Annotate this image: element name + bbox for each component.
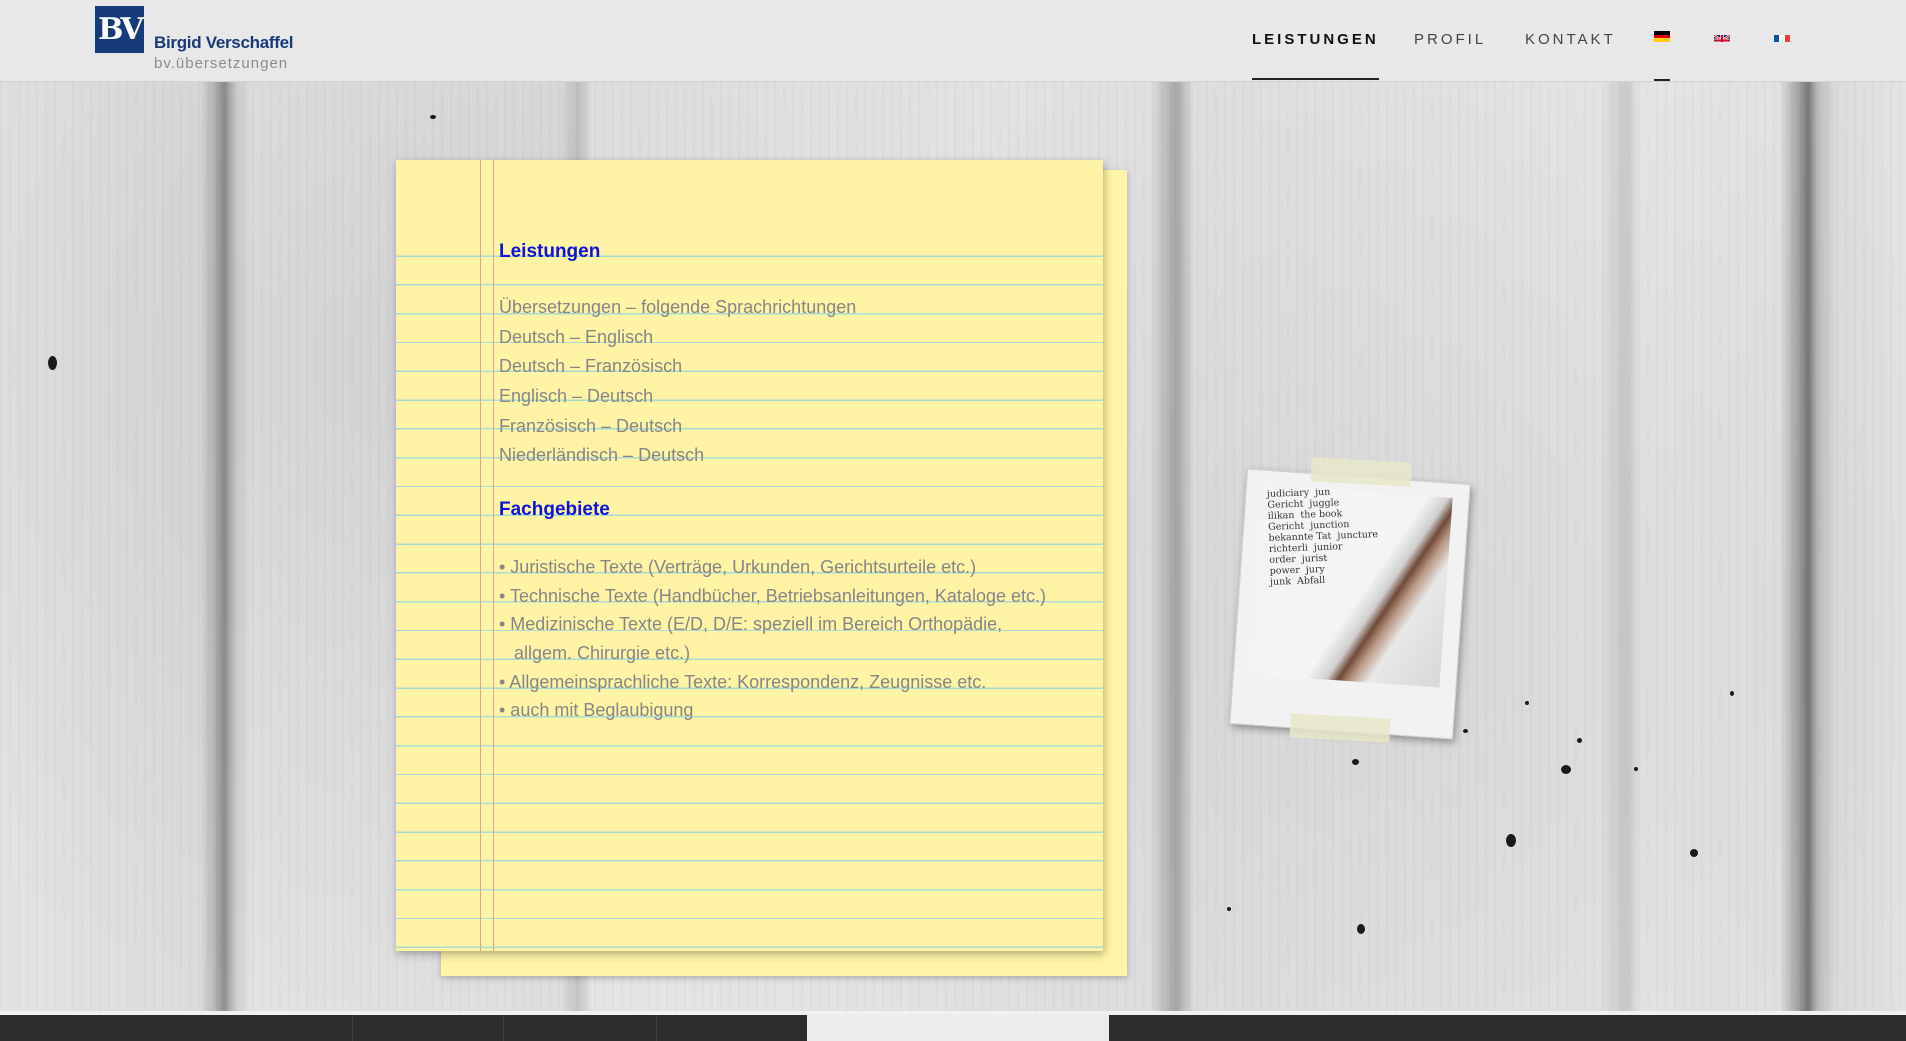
footer-tab[interactable] xyxy=(352,1015,503,1041)
fields-item: • Technische Texte (Handbücher, Betriebs… xyxy=(499,585,1046,606)
footer-tab-active[interactable] xyxy=(807,1015,1109,1041)
site-header: BV Birgid Verschaffel bv.übersetzungen L… xyxy=(0,0,1906,82)
flag-de-icon[interactable] xyxy=(1654,31,1670,42)
notepad: Leistungen Übersetzungen – folgende Spra… xyxy=(396,160,1103,951)
footer-bar xyxy=(0,1011,1906,1041)
logo-mark: BV xyxy=(95,6,144,53)
nav-item-kontakt[interactable]: KONTAKT xyxy=(1525,0,1616,80)
services-item: Übersetzungen – folgende Sprachrichtunge… xyxy=(499,297,857,317)
fields-item: • Medizinische Texte (E/D, D/E: speziell… xyxy=(499,614,1003,635)
fields-item: • Allgemeinsprachliche Texte: Korrespond… xyxy=(499,671,987,692)
flag-fr-icon[interactable] xyxy=(1774,31,1790,42)
flag-gb-icon[interactable] xyxy=(1714,31,1730,42)
fields-item: allgem. Chirurgie etc.) xyxy=(499,642,691,663)
services-item: Französisch – Deutsch xyxy=(499,415,683,436)
services-item: Deutsch – Englisch xyxy=(499,326,654,347)
services-item: Deutsch – Französisch xyxy=(499,356,683,377)
fields-item: • Juristische Texte (Verträge, Urkunden,… xyxy=(499,557,977,578)
footer-tab[interactable] xyxy=(656,1015,807,1041)
fields-item: • auch mit Beglaubigung xyxy=(499,700,694,721)
services-item: Niederländisch – Deutsch xyxy=(499,445,705,466)
logo-name: Birgid Verschaffel xyxy=(154,33,294,52)
services-heading: Leistungen xyxy=(499,241,601,262)
nav-item-profil[interactable]: PROFIL xyxy=(1414,0,1486,80)
services-item: Englisch – Deutsch xyxy=(499,386,654,407)
site-logo[interactable]: BV Birgid Verschaffel bv.übersetzungen xyxy=(95,6,305,78)
active-language-indicator xyxy=(1654,79,1670,81)
dictionary-image: judiciary jun Gericht juggle ilikan the … xyxy=(1249,484,1453,688)
footer-tab[interactable] xyxy=(503,1015,656,1041)
fields-heading: Fachgebiete xyxy=(499,499,610,521)
logo-tagline: bv.übersetzungen xyxy=(154,55,289,72)
notepad-content: Leistungen Übersetzungen – folgende Spra… xyxy=(499,238,1089,725)
nav-item-leistungen[interactable]: LEISTUNGEN xyxy=(1252,0,1379,80)
dictionary-photo: judiciary jun Gericht juggle ilikan the … xyxy=(1229,468,1471,740)
